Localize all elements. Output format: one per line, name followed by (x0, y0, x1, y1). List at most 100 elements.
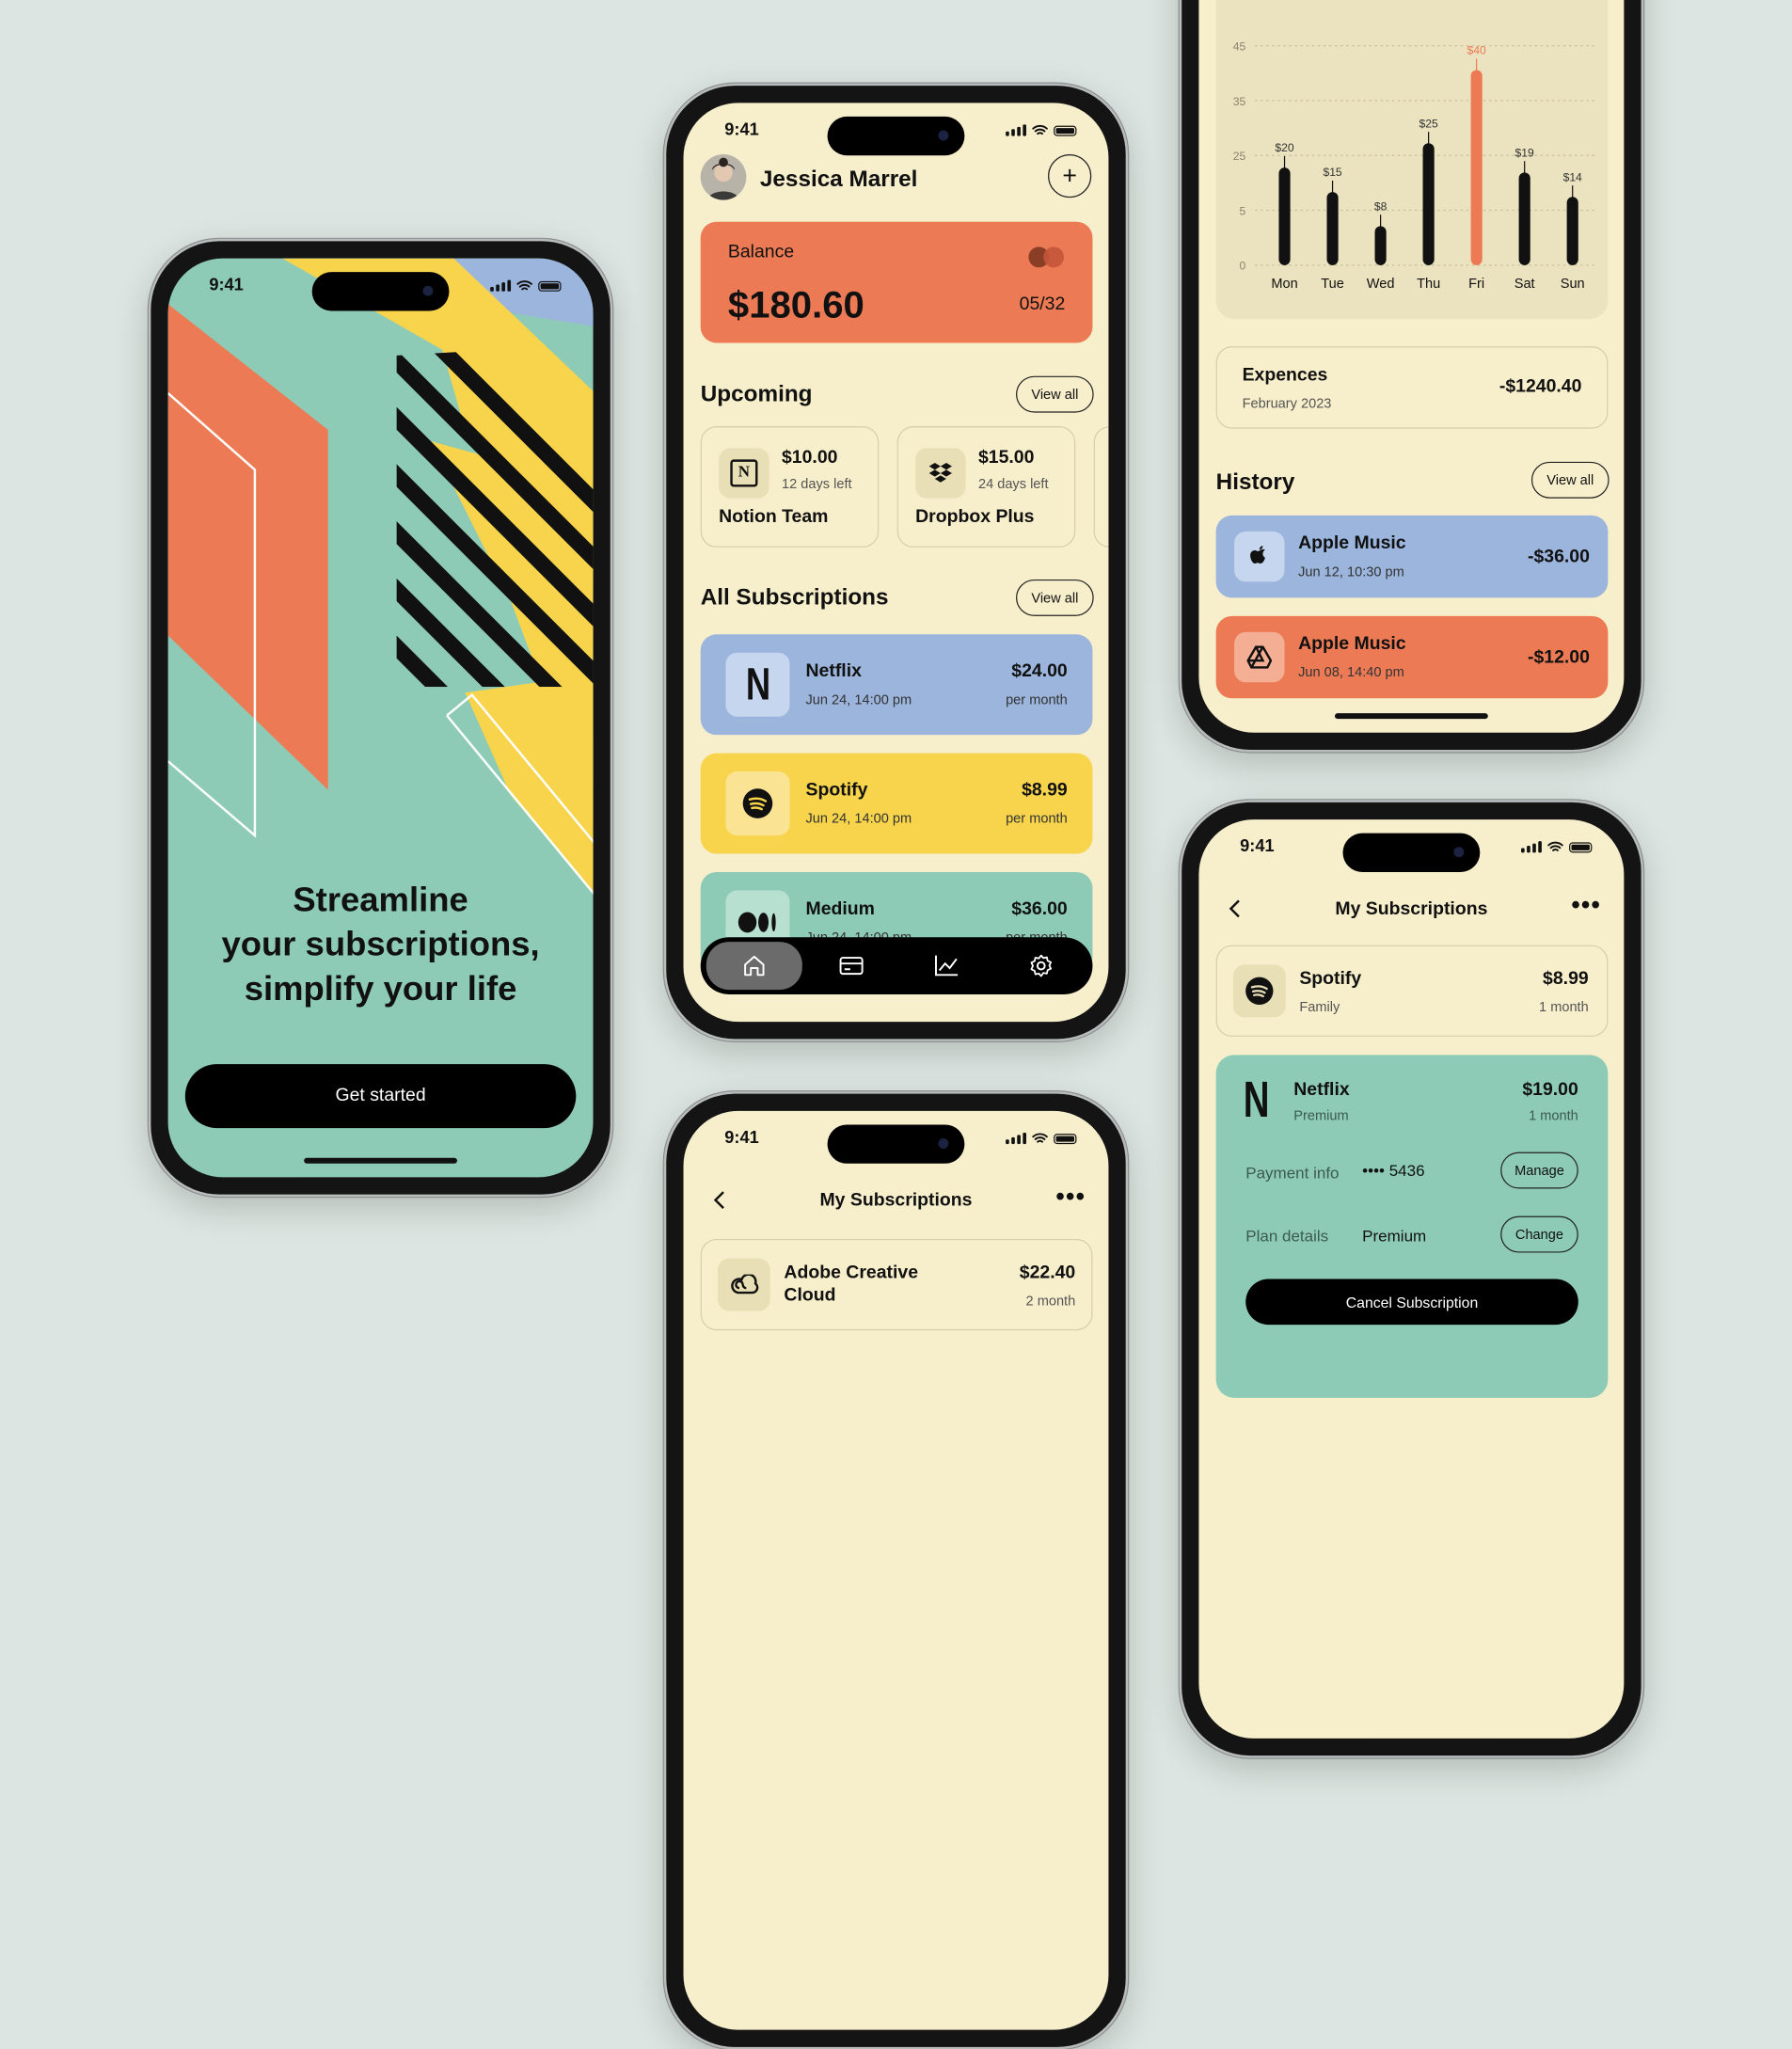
bar (1518, 172, 1530, 265)
add-button[interactable]: + (1048, 154, 1092, 199)
bottom-nav (700, 937, 1093, 994)
dynamic-island (827, 1124, 965, 1164)
bar-value-label: $20 (1275, 141, 1293, 154)
bar-value-label: $19 (1515, 146, 1534, 159)
dashboard-phone: 9:41 Jessica Marrel + Balance $180.60 05… (663, 83, 1129, 1041)
adobe-price: $22.40 (1019, 1263, 1076, 1283)
expenses-card[interactable]: Expences February 2023 -$1240.40 (1215, 346, 1609, 429)
history-row-2[interactable]: Apple Music Jun 08, 14:40 pm -$12.00 (1215, 615, 1609, 699)
netflix-price: $19.00 (1522, 1080, 1578, 1100)
more-icon: ••• (1055, 1182, 1086, 1211)
balance-card[interactable]: Balance $180.60 05/32 (700, 221, 1093, 343)
subscription-row-netflix[interactable]: N Netflix Jun 24, 14:00 pm $24.00 per mo… (700, 634, 1093, 736)
upcoming-title: Upcoming (700, 381, 813, 407)
signal-icon (1006, 1132, 1026, 1145)
nav-stats-button[interactable] (900, 943, 991, 989)
headline-line-1: Streamline (293, 881, 468, 919)
upcoming-card-dropbox[interactable]: $15.00 24 days left Dropbox Plus (896, 426, 1076, 548)
battery-icon (1569, 842, 1593, 853)
page-title: My Subscriptions (1335, 899, 1488, 919)
history-row-1[interactable]: Apple Music Jun 12, 10:30 pm -$36.00 (1215, 515, 1609, 598)
more-button[interactable]: ••• (1055, 1183, 1086, 1209)
onboarding-headline: Streamline your subscriptions, simplify … (168, 878, 594, 1011)
user-name: Jessica Marrel (759, 167, 918, 193)
status-time: 9:41 (724, 119, 759, 140)
bar (1422, 143, 1435, 265)
subscription-row-spotify[interactable]: Spotify Jun 24, 14:00 pm $8.99 per month (700, 753, 1093, 854)
dropbox-name: Dropbox Plus (915, 507, 1035, 528)
nav-cards-button[interactable] (806, 943, 897, 989)
spotify-icon (1232, 964, 1286, 1018)
manage-button[interactable]: Manage (1500, 1152, 1578, 1189)
cancel-subscription-button[interactable]: Cancel Subscription (1245, 1279, 1578, 1326)
status-time: 9:41 (209, 275, 244, 295)
nav-home-button[interactable] (706, 942, 803, 991)
upcoming-card-partial[interactable] (1093, 426, 1109, 548)
onboarding-phone: 9:41 Streamline your subscriptions, simp… (148, 238, 613, 1198)
creative-cloud-icon (717, 1258, 770, 1311)
history-2-date: Jun 08, 14:40 pm (1298, 663, 1404, 680)
status-time: 9:41 (724, 1128, 759, 1148)
signal-icon (490, 279, 512, 292)
wifi-icon (516, 280, 532, 291)
plan-details-value: Premium (1362, 1226, 1427, 1246)
history-view-all-button[interactable]: View all (1530, 461, 1610, 499)
spotify-price: $8.99 (1022, 780, 1068, 801)
apple-icon (1234, 531, 1285, 582)
avatar-image (707, 157, 740, 200)
spotify-date: Jun 24, 14:00 pm (805, 810, 912, 827)
bar-value-label: $14 (1563, 170, 1582, 183)
upcoming-card-notion[interactable]: N $10.00 12 days left Notion Team (700, 426, 880, 548)
adobe-name-line-1: Adobe Creative (784, 1263, 919, 1283)
adobe-name-line-2: Cloud (784, 1285, 836, 1306)
spotify-icon (725, 771, 790, 836)
google-drive-icon (1234, 631, 1285, 683)
bar (1326, 192, 1339, 265)
notion-name: Notion Team (719, 507, 829, 528)
bar (1374, 226, 1387, 265)
upcoming-view-all-button[interactable]: View all (1016, 375, 1094, 413)
detail-phone: 9:41 My Subscriptions ••• Spotify Family… (1179, 800, 1644, 1758)
x-tick-label: Sat (1514, 277, 1535, 292)
nav-settings-button[interactable] (995, 943, 1086, 989)
x-tick-label: Tue (1321, 277, 1344, 292)
payment-info-label: Payment info (1245, 1163, 1340, 1183)
subscriptions-view-all-button[interactable]: View all (1016, 579, 1094, 616)
more-button[interactable]: ••• (1571, 892, 1601, 917)
more-icon: ••• (1571, 890, 1602, 919)
netflix-period: 1 month (1529, 1107, 1578, 1124)
spotify-price: $8.99 (1543, 969, 1589, 989)
spotify-subscription-card[interactable]: Spotify Family $8.99 1 month (1215, 945, 1609, 1037)
y-tick-label: 35 (1233, 95, 1246, 108)
expenses-period: February 2023 (1242, 395, 1332, 412)
subscription-card-adobe[interactable]: Adobe Creative Cloud $22.40 2 month (700, 1238, 1093, 1331)
stats-phone: 0 5 25 35 45 $20 Mon $15 Tue $8 Wed $25 Thu $40 Fri $19… (1179, 0, 1644, 753)
home-indicator (304, 1157, 457, 1164)
netflix-name: Netflix (805, 661, 862, 682)
dashboard-screen: 9:41 Jessica Marrel + Balance $180.60 05… (683, 103, 1109, 1023)
change-button[interactable]: Change (1500, 1215, 1578, 1253)
wifi-icon (1547, 841, 1563, 851)
all-subscriptions-title: All Subscriptions (700, 585, 889, 611)
netflix-price: $24.00 (1011, 661, 1068, 682)
x-tick-label: Sun (1561, 277, 1585, 292)
payment-info-value: •••• 5436 (1362, 1161, 1425, 1180)
adobe-period: 2 month (1025, 1293, 1076, 1310)
battery-icon (1054, 125, 1077, 136)
spotify-plan: Family (1299, 998, 1340, 1015)
mastercard-icon (1028, 246, 1065, 268)
netflix-detail-card: N Netflix Premium $19.00 1 month Payment… (1215, 1055, 1609, 1398)
notion-days-left: 12 days left (781, 475, 852, 492)
bar-value-label: $25 (1419, 117, 1438, 130)
stats-screen: 0 5 25 35 45 $20 Mon $15 Tue $8 Wed $25 Thu $40 Fri $19… (1198, 0, 1625, 733)
get-started-button[interactable]: Get started (184, 1064, 577, 1129)
avatar[interactable] (700, 154, 747, 200)
card-expiry: 05/32 (1019, 294, 1066, 315)
notion-price: $10.00 (781, 448, 838, 468)
card-icon (839, 957, 864, 976)
history-1-amount: -$36.00 (1527, 547, 1590, 567)
netflix-plan: Premium (1293, 1107, 1349, 1124)
dropbox-days-left: 24 days left (977, 475, 1049, 492)
netflix-period: per month (1006, 691, 1068, 708)
y-tick-label: 25 (1233, 150, 1246, 163)
